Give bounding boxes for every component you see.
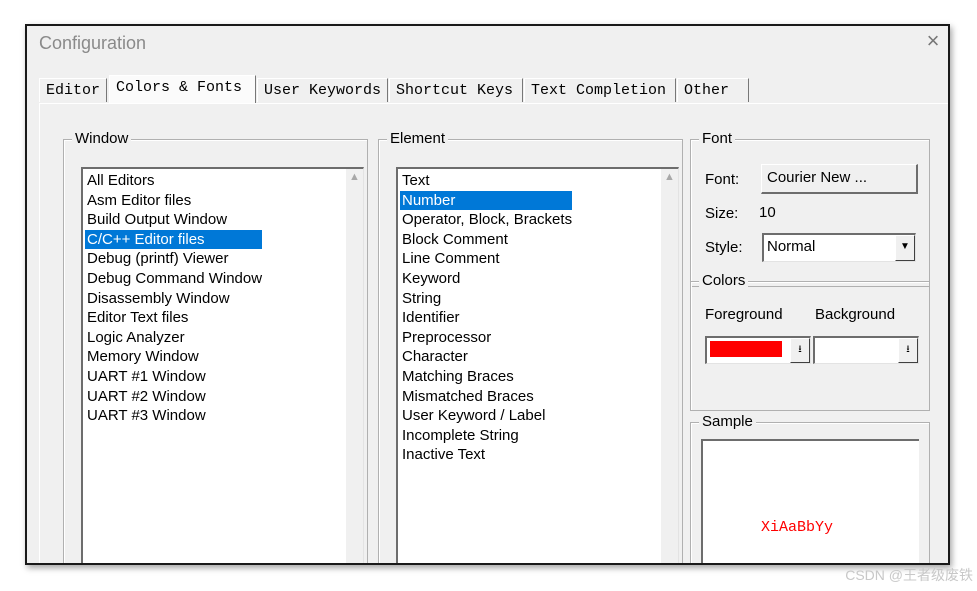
element-list-item[interactable]: Text	[400, 171, 572, 191]
window-list-item[interactable]: Asm Editor files	[85, 191, 262, 211]
scroll-up-icon[interactable]: ▲	[346, 169, 363, 186]
colors-group-legend: Colors	[699, 272, 749, 290]
sample-group: Sample XiAaBbYy	[690, 413, 930, 563]
colors-fonts-panel: Window All Editors Asm Editor files Build …	[39, 103, 948, 563]
title-bar[interactable]: Configuration ×	[27, 26, 948, 62]
element-list-item[interactable]: Preprocessor	[400, 328, 572, 348]
tab-colors-fonts[interactable]: Colors & Fonts	[109, 75, 256, 103]
window-list-item[interactable]: Editor Text files	[85, 308, 262, 328]
window-list-item[interactable]: Debug Command Window	[85, 269, 262, 289]
element-list-scrollbar[interactable]: ▲	[661, 169, 678, 563]
element-list-item[interactable]: Identifier	[400, 308, 572, 328]
window-list-item[interactable]: Memory Window	[85, 347, 262, 367]
style-dropdown[interactable]: Normal ▼	[762, 233, 916, 262]
element-group-legend: Element	[387, 130, 449, 148]
element-list-item[interactable]: User Keyword / Label	[400, 406, 572, 426]
element-list-item[interactable]: Operator, Block, Brackets	[400, 210, 572, 230]
element-list-item[interactable]: Line Comment	[400, 249, 572, 269]
element-listbox[interactable]: Text Number Operator, Block, Brackets Block…	[396, 167, 679, 563]
size-value: 10	[759, 204, 776, 221]
chevron-down-icon[interactable]: ▼	[895, 235, 915, 261]
window-list-item[interactable]: UART #1 Window	[85, 367, 262, 387]
scroll-up-icon[interactable]: ▲	[661, 169, 678, 186]
window-list-item[interactable]: Logic Analyzer	[85, 328, 262, 348]
element-list-item[interactable]: Matching Braces	[400, 367, 572, 387]
window-list-item[interactable]: UART #3 Window	[85, 406, 262, 426]
element-group: Element Text Number Operator, Block, Brack…	[378, 130, 683, 563]
foreground-label: Foreground	[705, 306, 783, 323]
foreground-color-picker[interactable]: ⭳	[705, 336, 811, 364]
tab-shortcut-keys[interactable]: Shortcut Keys	[389, 78, 523, 102]
element-list-item[interactable]: Incomplete String	[400, 426, 572, 446]
window-list-item[interactable]: Disassembly Window	[85, 289, 262, 309]
style-label: Style:	[705, 239, 743, 256]
element-list-item[interactable]: Inactive Text	[400, 445, 572, 465]
window-list-item[interactable]: UART #2 Window	[85, 387, 262, 407]
window-list-scrollbar[interactable]: ▲	[346, 169, 363, 563]
font-label: Font:	[705, 171, 740, 188]
colors-group: Colors Foreground Background ⭳ ⭳	[690, 272, 930, 411]
element-list-item[interactable]: Block Comment	[400, 230, 572, 250]
window-list-item[interactable]: C/C++ Editor files	[85, 229, 263, 250]
sample-preview: XiAaBbYy	[701, 439, 919, 563]
sample-text: XiAaBbYy	[761, 519, 834, 536]
window-title: Configuration	[39, 33, 147, 53]
element-list-item[interactable]: Number	[400, 190, 573, 211]
tab-strip: Editor Colors & Fonts User Keywords Shor…	[27, 75, 948, 103]
close-icon[interactable]: ×	[922, 30, 944, 52]
tab-other[interactable]: Other	[677, 78, 749, 102]
window-group-legend: Window	[72, 130, 132, 148]
element-list-item[interactable]: Mismatched Braces	[400, 387, 572, 407]
window-list-item[interactable]: All Editors	[85, 171, 262, 191]
window-group: Window All Editors Asm Editor files Build …	[63, 130, 368, 563]
dropdown-arrow-icon[interactable]: ⭳	[898, 338, 918, 363]
dropdown-arrow-icon[interactable]: ⭳	[790, 338, 810, 363]
element-list-items: Text Number Operator, Block, Brackets Block…	[400, 171, 573, 465]
background-color-picker[interactable]: ⭳	[813, 336, 919, 364]
window-listbox[interactable]: All Editors Asm Editor files Build Output …	[81, 167, 364, 563]
tab-user-keywords[interactable]: User Keywords	[257, 78, 388, 102]
watermark-text: CSDN @王者级废铁	[845, 567, 973, 583]
tab-editor[interactable]: Editor	[39, 78, 107, 102]
background-color-swatch	[818, 341, 890, 357]
configuration-dialog: Configuration × Editor Colors & Fonts Us…	[25, 24, 950, 565]
background-label: Background	[815, 306, 896, 323]
size-label: Size:	[705, 205, 739, 222]
element-list-item[interactable]: Character	[400, 347, 572, 367]
sample-group-legend: Sample	[699, 413, 756, 431]
element-list-item[interactable]: Keyword	[400, 269, 572, 289]
window-list-item[interactable]: Debug (printf) Viewer	[85, 249, 262, 269]
foreground-color-swatch	[710, 341, 782, 357]
element-list-item[interactable]: String	[400, 289, 572, 309]
style-dropdown-value: Normal	[767, 238, 816, 255]
font-group-legend: Font	[699, 130, 736, 148]
font-group: Font Font: Courier New ... Size: 10 Styl…	[690, 130, 930, 287]
window-list-items: All Editors Asm Editor files Build Output …	[85, 171, 263, 426]
font-select-button[interactable]: Courier New ...	[761, 164, 918, 194]
tab-text-completion[interactable]: Text Completion	[524, 78, 676, 102]
window-list-item[interactable]: Build Output Window	[85, 210, 262, 230]
